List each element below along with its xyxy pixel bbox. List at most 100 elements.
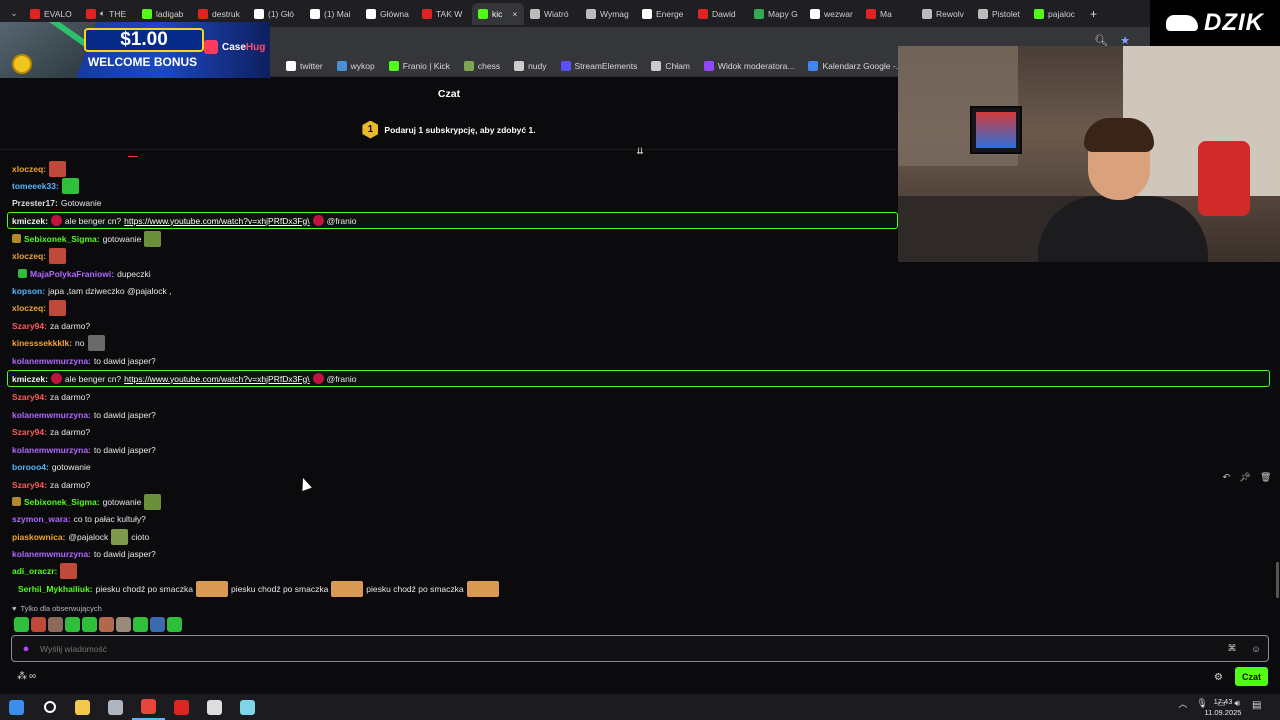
chat-username[interactable]: Sebixonek_Sigma:	[24, 234, 100, 244]
quick-emote-icon[interactable]	[31, 617, 46, 632]
browser-tab[interactable]: pajaloc	[1028, 3, 1084, 25]
browser-tab[interactable]: kic ×	[472, 2, 524, 25]
bookmark-item[interactable]: StreamElements	[560, 60, 637, 71]
browser-tab[interactable]: (1) Mai	[304, 3, 360, 25]
taskbar-app[interactable]	[99, 694, 132, 720]
chat-username[interactable]: kolanemwmurzyna:	[12, 445, 91, 455]
pin-icon[interactable]: 📌︎	[1239, 472, 1250, 483]
chat-username[interactable]: kmiczek:	[12, 216, 48, 226]
bookmark-item[interactable]: chess	[463, 60, 500, 71]
chat-message[interactable]: xloczeq:	[12, 299, 67, 316]
chat-message[interactable]: Szary94: za darmo?	[12, 388, 90, 405]
chat-username[interactable]: xloczeq:	[12, 303, 46, 313]
bookmark-item[interactable]: twitter	[286, 60, 323, 71]
quick-emote-icon[interactable]	[14, 617, 29, 632]
chat-username[interactable]: kolanemwmurzyna:	[12, 549, 91, 559]
chat-message[interactable]: kmiczek: ale benger cn? https://www.youtub…	[12, 370, 357, 387]
chat-message-input[interactable]	[40, 643, 1220, 654]
chat-message[interactable]: tomeeek33:	[12, 177, 79, 194]
browser-tab[interactable]: Energe	[636, 3, 692, 25]
bookmark-item[interactable]: Kalendarz Google -...	[808, 60, 903, 71]
chat-username[interactable]: borooo4:	[12, 462, 49, 472]
chat-username[interactable]: MajaPolykaFraniowi:	[30, 269, 114, 279]
taskbar-app[interactable]	[66, 694, 99, 720]
browser-tab[interactable]: Ma	[860, 3, 916, 25]
bookmark-item[interactable]: nudy	[514, 60, 547, 71]
browser-tab[interactable]: TAK W	[416, 3, 472, 25]
browser-tab[interactable]: Rewolv	[916, 3, 972, 25]
channel-points[interactable]: ⁂ ∞	[17, 671, 36, 682]
quick-emote-icon[interactable]	[65, 617, 80, 632]
chat-settings-gear-icon[interactable]: ⚙	[1214, 672, 1223, 683]
chat-message[interactable]: kolanemwmurzyna: to dawid jasper?	[12, 441, 156, 458]
tray-chevron-icon[interactable]: ︿	[1178, 697, 1187, 710]
chat-mention[interactable]: @franio	[327, 374, 357, 384]
mic-icon[interactable]: ●	[12, 643, 40, 655]
taskbar-app[interactable]	[198, 694, 231, 720]
delete-icon[interactable]: 🗑︎	[1260, 472, 1271, 483]
chat-mention[interactable]: @franio	[327, 216, 357, 226]
taskbar-app[interactable]	[0, 694, 33, 720]
browser-tab[interactable]: Wiatró	[524, 3, 580, 25]
chat-message[interactable]: Szary94: za darmo?	[12, 476, 90, 493]
chat-message[interactable]: kmiczek: ale benger cn? https://www.youtub…	[12, 212, 357, 229]
chat-message[interactable]: Serhii_Mykhailiuk: piesku chodź po smaczk…	[18, 580, 499, 597]
chat-message[interactable]: kolanemwmurzyna: to dawid jasper?	[12, 545, 156, 562]
chat-message[interactable]: kopson: japa ,tam dziweczko @pajalock ,	[12, 282, 172, 299]
taskbar-app[interactable]	[33, 694, 66, 720]
chat-message[interactable]: Szary94: za darmo?	[12, 317, 90, 334]
browser-tab[interactable]: Mapy G	[748, 3, 804, 25]
chat-message[interactable]: piaskownica: @pajalock cioto	[12, 528, 149, 545]
quick-emote-icon[interactable]	[116, 617, 131, 632]
bookmark-item[interactable]: Chłam	[651, 60, 690, 71]
bookmark-item[interactable]: Widok moderatora...	[703, 60, 794, 71]
quick-emote-icon[interactable]	[167, 617, 182, 632]
taskbar-app[interactable]	[165, 694, 198, 720]
chat-message[interactable]: Szary94: za darmo?	[12, 423, 90, 440]
browser-tab[interactable]: Dawid	[692, 3, 748, 25]
chat-message-link[interactable]: https://www.youtube.com/watch?v=xhjPRfDx…	[124, 216, 309, 226]
taskbar-app[interactable]	[231, 694, 264, 720]
chat-username[interactable]: szymon_wara:	[12, 514, 71, 524]
tab-audio-icon[interactable]: 🔈︎	[100, 8, 105, 19]
chat-message-link[interactable]: https://www.youtube.com/watch?v=xhjPRfDx…	[124, 374, 309, 384]
command-icon[interactable]: ⌘	[1220, 643, 1244, 654]
chat-username[interactable]: Sebixonek_Sigma:	[24, 497, 100, 507]
gift-sub-banner[interactable]: 1 Podaruj 1 subskrypcję, aby zdobyć 1.	[0, 110, 898, 150]
chat-message[interactable]: szymon_wara: co to pałac kultuły?	[12, 510, 146, 527]
chat-username[interactable]: Szary94:	[12, 480, 47, 490]
reply-icon[interactable]: ↶	[1223, 472, 1231, 483]
chat-input-box[interactable]: ● ⌘ ☺	[11, 635, 1269, 662]
close-tab-icon[interactable]: ×	[512, 9, 517, 19]
bookmark-item[interactable]: Franio | Kick	[388, 60, 450, 71]
quick-emote-icon[interactable]	[82, 617, 97, 632]
chat-message[interactable]: xloczeq:	[12, 247, 67, 264]
chat-message[interactable]: adi_oraczr:	[12, 562, 78, 579]
chat-message[interactable]: kolanemwmurzyna: to dawid jasper?	[12, 352, 156, 369]
browser-tab[interactable]: Wymag	[580, 3, 636, 25]
chat-message[interactable]: Sebixonek_Sigma: gotowanie	[12, 493, 162, 510]
browser-tab[interactable]: wezwar	[804, 3, 860, 25]
chat-username[interactable]: adi_oraczr:	[12, 566, 57, 576]
chat-message[interactable]: Przester17: Gotowanie	[12, 194, 101, 211]
chat-scrollbar[interactable]	[1276, 562, 1279, 598]
chat-username[interactable]: kinesssekkklk:	[12, 338, 72, 348]
chat-username[interactable]: Przester17:	[12, 198, 58, 208]
chat-username[interactable]: Serhii_Mykhailiuk:	[18, 584, 93, 594]
chat-username[interactable]: xloczeq:	[12, 164, 46, 174]
chat-username[interactable]: kopson:	[12, 286, 45, 296]
chat-username[interactable]: tomeeek33:	[12, 181, 59, 191]
chat-message[interactable]: xloczeq:	[12, 160, 67, 177]
chat-username[interactable]: Szary94:	[12, 321, 47, 331]
bookmark-item[interactable]: wykop	[336, 60, 375, 71]
new-tab-button[interactable]: +	[1084, 7, 1103, 21]
notification-icon[interactable]: ▤	[1252, 700, 1261, 711]
quick-emote-icon[interactable]	[48, 617, 63, 632]
quick-emote-icon[interactable]	[150, 617, 165, 632]
chat-message[interactable]: Sebixonek_Sigma: gotowanie	[12, 230, 162, 247]
quick-emote-icon[interactable]	[99, 617, 114, 632]
scroll-to-latest-icon[interactable]: ⇊	[634, 146, 646, 156]
chat-message[interactable]: borooo4: gotowanie	[12, 458, 91, 475]
chat-username[interactable]: kmiczek:	[12, 374, 48, 384]
chat-username[interactable]: piaskownica:	[12, 532, 65, 542]
